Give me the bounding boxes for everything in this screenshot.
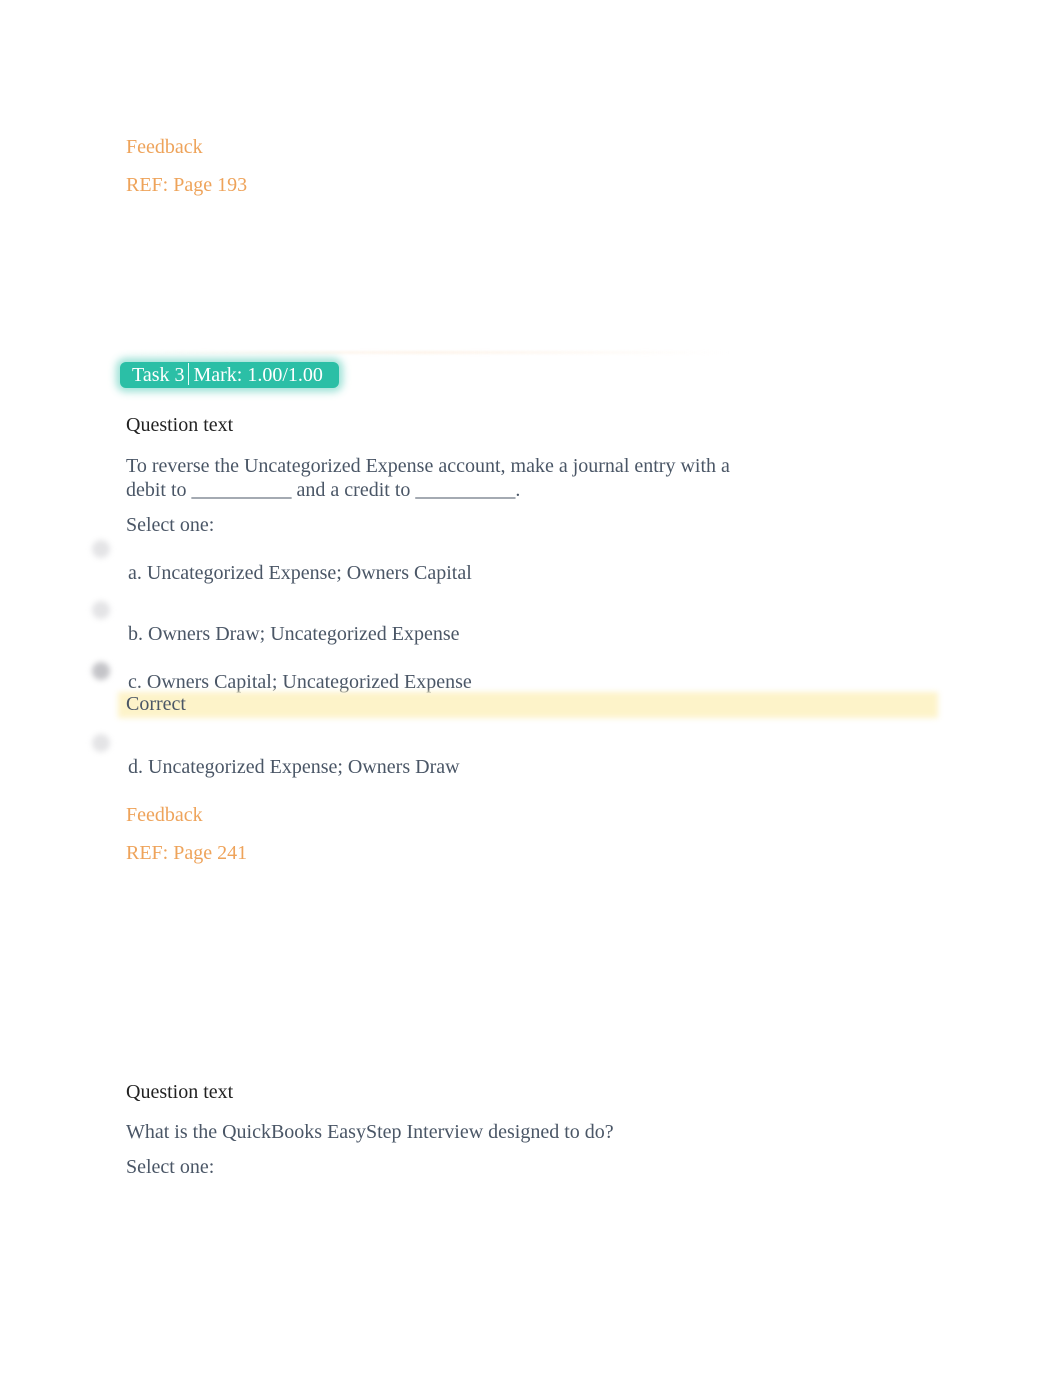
question-text-line-2: debit to __________ and a credit to ____… bbox=[126, 479, 521, 501]
option-c-radio[interactable] bbox=[92, 662, 110, 680]
feedback-reference: REF: Page 241 bbox=[126, 842, 248, 864]
question-text-line-1: To reverse the Uncategorized Expense acc… bbox=[126, 455, 730, 477]
correct-highlight bbox=[118, 692, 938, 718]
option-d-label[interactable]: d. Uncategorized Expense; Owners Draw bbox=[128, 755, 460, 779]
question-heading: Question text bbox=[126, 1081, 234, 1103]
option-d-radio[interactable] bbox=[92, 734, 110, 752]
option-b-label[interactable]: b. Owners Draw; Uncategorized Expense bbox=[128, 622, 460, 646]
mark-label: Mark: 1.00/1.00 bbox=[193, 364, 323, 386]
feedback-heading: Feedback bbox=[126, 136, 203, 158]
select-one-prompt: Select one: bbox=[126, 1156, 215, 1178]
option-a-radio[interactable] bbox=[92, 540, 110, 558]
question-heading: Question text bbox=[126, 414, 234, 436]
feedback-reference: REF: Page 193 bbox=[126, 174, 248, 196]
option-b-radio[interactable] bbox=[92, 601, 110, 619]
option-a-label[interactable]: a. Uncategorized Expense; Owners Capital bbox=[128, 561, 472, 585]
feedback-heading: Feedback bbox=[126, 804, 203, 826]
badge-separator bbox=[188, 363, 190, 385]
option-c-label[interactable]: c. Owners Capital; Uncategorized Expense bbox=[128, 670, 472, 694]
select-one-prompt: Select one: bbox=[126, 514, 215, 536]
task-label: Task 3 bbox=[132, 364, 185, 386]
question-text: What is the QuickBooks EasyStep Intervie… bbox=[126, 1121, 614, 1143]
section-divider bbox=[120, 351, 730, 354]
correct-indicator: Correct bbox=[126, 693, 186, 715]
task-mark-badge: Task 3 Mark: 1.00/1.00 bbox=[120, 362, 339, 388]
